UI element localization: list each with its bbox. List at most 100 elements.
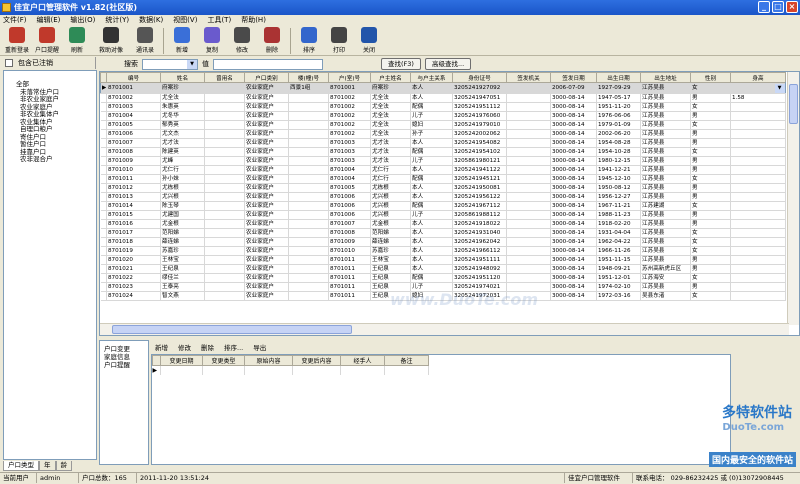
table-cell[interactable]: 配偶	[410, 174, 453, 184]
table-cell[interactable]: 农业家庭户	[244, 120, 289, 130]
table-cell[interactable]: 女	[690, 246, 731, 256]
table-row[interactable]: ▶ 8701001 府案珍 农业家庭户 西景1组 8701001 府案珍 本人 32052419…	[100, 82, 786, 94]
table-cell[interactable]: 尤仁行	[370, 165, 411, 175]
table-cell[interactable]: 8701003	[106, 102, 161, 112]
table-cell[interactable]: 3000-08-14	[550, 165, 597, 175]
table-cell[interactable]: 1976-06-06	[596, 111, 641, 121]
table-cell[interactable]: 配偶	[410, 102, 453, 112]
table-cell[interactable]: 8701009	[328, 237, 371, 247]
table-row[interactable]: 8701022 缪佳兰 农业家庭户 8701011 王纪泉 配偶 3205241951120…	[100, 273, 786, 283]
table-cell[interactable]: 江苏吴县	[640, 183, 691, 193]
table-cell[interactable]: 王林宝	[370, 255, 411, 265]
table-cell[interactable]: 8701015	[106, 210, 161, 220]
table-cell[interactable]: 8701011	[328, 273, 371, 283]
table-cell[interactable]: 女	[690, 120, 731, 130]
table-cell[interactable]: 尤全法	[370, 93, 411, 103]
table-cell[interactable]	[204, 264, 245, 274]
table-cell[interactable]: 女	[690, 228, 731, 238]
table-cell[interactable]	[204, 201, 245, 211]
table-cell[interactable]: 8701019	[106, 246, 161, 256]
table-cell[interactable]: 王纪泉	[370, 273, 411, 283]
table-cell[interactable]: 女	[690, 174, 731, 184]
table-cell[interactable]	[506, 138, 551, 148]
toolbar-button-8[interactable]: 删除	[257, 26, 287, 56]
table-cell[interactable]: 农业家庭户	[244, 228, 289, 238]
table-cell[interactable]: 范阳娣	[370, 228, 411, 238]
menu-file[interactable]: 文件(F)	[3, 15, 27, 26]
table-cell[interactable]: 本人	[410, 255, 453, 265]
table-cell[interactable]	[204, 138, 245, 148]
table-cell[interactable]: 3000-08-14	[550, 291, 597, 301]
table-cell[interactable]	[506, 237, 551, 247]
table-cell[interactable]: 3000-08-14	[550, 273, 597, 283]
column-header[interactable]: 楼(幢)号	[288, 72, 329, 83]
table-cell[interactable]: 1972-03-16	[596, 291, 641, 301]
table-cell[interactable]: 农业家庭户	[244, 273, 289, 283]
table-row[interactable]: 8701019 苏嘉珍 农业家庭户 8701010 苏嘉珍 本人 3205241966112…	[100, 246, 786, 256]
table-cell[interactable]	[730, 237, 786, 247]
toolbar-button-7[interactable]: 修改	[227, 26, 257, 56]
table-cell[interactable]	[204, 246, 245, 256]
table-cell[interactable]	[506, 82, 551, 94]
table-cell[interactable]: 农业家庭户	[244, 246, 289, 256]
grid-horizontal-scrollbar[interactable]	[100, 323, 789, 335]
table-cell[interactable]: 农业家庭户	[244, 183, 289, 193]
table-cell[interactable]: 8701001	[328, 82, 371, 94]
table-cell[interactable]: 江苏吴县	[640, 147, 691, 157]
table-cell[interactable]	[288, 129, 329, 139]
table-cell[interactable]: 8701023	[106, 282, 161, 292]
table-cell[interactable]: 8701010	[328, 246, 371, 256]
table-row[interactable]: 8701007 尤才法 农业家庭户 8701003 尤才法 本人 3205241954082…	[100, 138, 786, 148]
table-cell[interactable]	[288, 282, 329, 292]
table-cell[interactable]: 尤才法	[370, 147, 411, 157]
table-row[interactable]: 8701021 王纪泉 农业家庭户 8701011 王纪泉 本人 3205241948092…	[100, 264, 786, 274]
table-cell[interactable]: 3205241967112	[452, 201, 507, 211]
table-cell[interactable]: 农业家庭户	[244, 82, 289, 94]
table-cell[interactable]: 3205241956122	[452, 192, 507, 202]
table-cell[interactable]: 3205241962042	[452, 237, 507, 247]
table-cell[interactable]: 女	[690, 147, 731, 157]
table-cell[interactable]: 3000-08-14	[550, 120, 597, 130]
table-cell[interactable]	[730, 273, 786, 283]
table-cell[interactable]: 本人	[410, 165, 453, 175]
table-cell[interactable]	[288, 174, 329, 184]
table-cell[interactable]: 郁秀英	[160, 120, 205, 130]
table-cell[interactable]	[506, 192, 551, 202]
table-cell[interactable]: 孙子	[410, 129, 453, 139]
table-cell[interactable]	[204, 82, 245, 94]
detail-tree-item-reminder[interactable]: 户口提醒	[104, 361, 148, 369]
table-cell[interactable]: 尤全法	[370, 120, 411, 130]
table-cell[interactable]	[204, 273, 245, 283]
column-header[interactable]: 户口类别	[244, 72, 289, 83]
table-cell[interactable]: 江苏建湖	[640, 201, 691, 211]
table-row[interactable]: 8701008 陈建英 农业家庭户 8701003 尤才法 配偶 3205241954102…	[100, 147, 786, 157]
table-cell[interactable]: 男	[690, 93, 731, 103]
table-cell[interactable]: 8701007	[106, 138, 161, 148]
table-cell[interactable]: 1966-11-26	[596, 246, 641, 256]
table-cell[interactable]: 农业家庭户	[244, 93, 289, 103]
table-cell[interactable]	[288, 228, 329, 238]
table-cell[interactable]: 男	[690, 264, 731, 274]
table-cell[interactable]: 1974-02-10	[596, 282, 641, 292]
table-cell[interactable]	[730, 246, 786, 256]
detail-column-header[interactable]: 变更日期	[160, 355, 203, 366]
table-cell[interactable]: 农业家庭户	[244, 237, 289, 247]
column-header[interactable]: 户主姓名	[370, 72, 411, 83]
table-cell[interactable]: 农业家庭户	[244, 282, 289, 292]
table-cell[interactable]: 3205241954082	[452, 138, 507, 148]
table-cell[interactable]	[288, 138, 329, 148]
grid-vscroll-thumb[interactable]	[789, 84, 798, 124]
table-cell[interactable]: 1956-12-27	[596, 192, 641, 202]
table-row[interactable]: 8701002 尤全法 农业家庭户 8701002 尤全法 本人 3205241947051…	[100, 93, 786, 103]
table-cell[interactable]: 女	[690, 201, 731, 211]
table-cell[interactable]: 本人	[410, 192, 453, 202]
table-cell[interactable]: 3000-08-14	[550, 282, 597, 292]
column-header[interactable]: 身高	[730, 72, 786, 83]
table-cell[interactable]: 3205861980121	[452, 156, 507, 166]
table-cell[interactable]: 尤才法	[160, 138, 205, 148]
table-cell[interactable]: 王纪泉	[160, 264, 205, 274]
table-cell[interactable]	[730, 228, 786, 238]
table-cell[interactable]: 1951-11-15	[596, 255, 641, 265]
table-row[interactable]: 8701015 尤建国 农业家庭户 8701006 尤兴根 儿子 3205861988112…	[100, 210, 786, 220]
table-cell[interactable]: 3000-08-14	[550, 201, 597, 211]
